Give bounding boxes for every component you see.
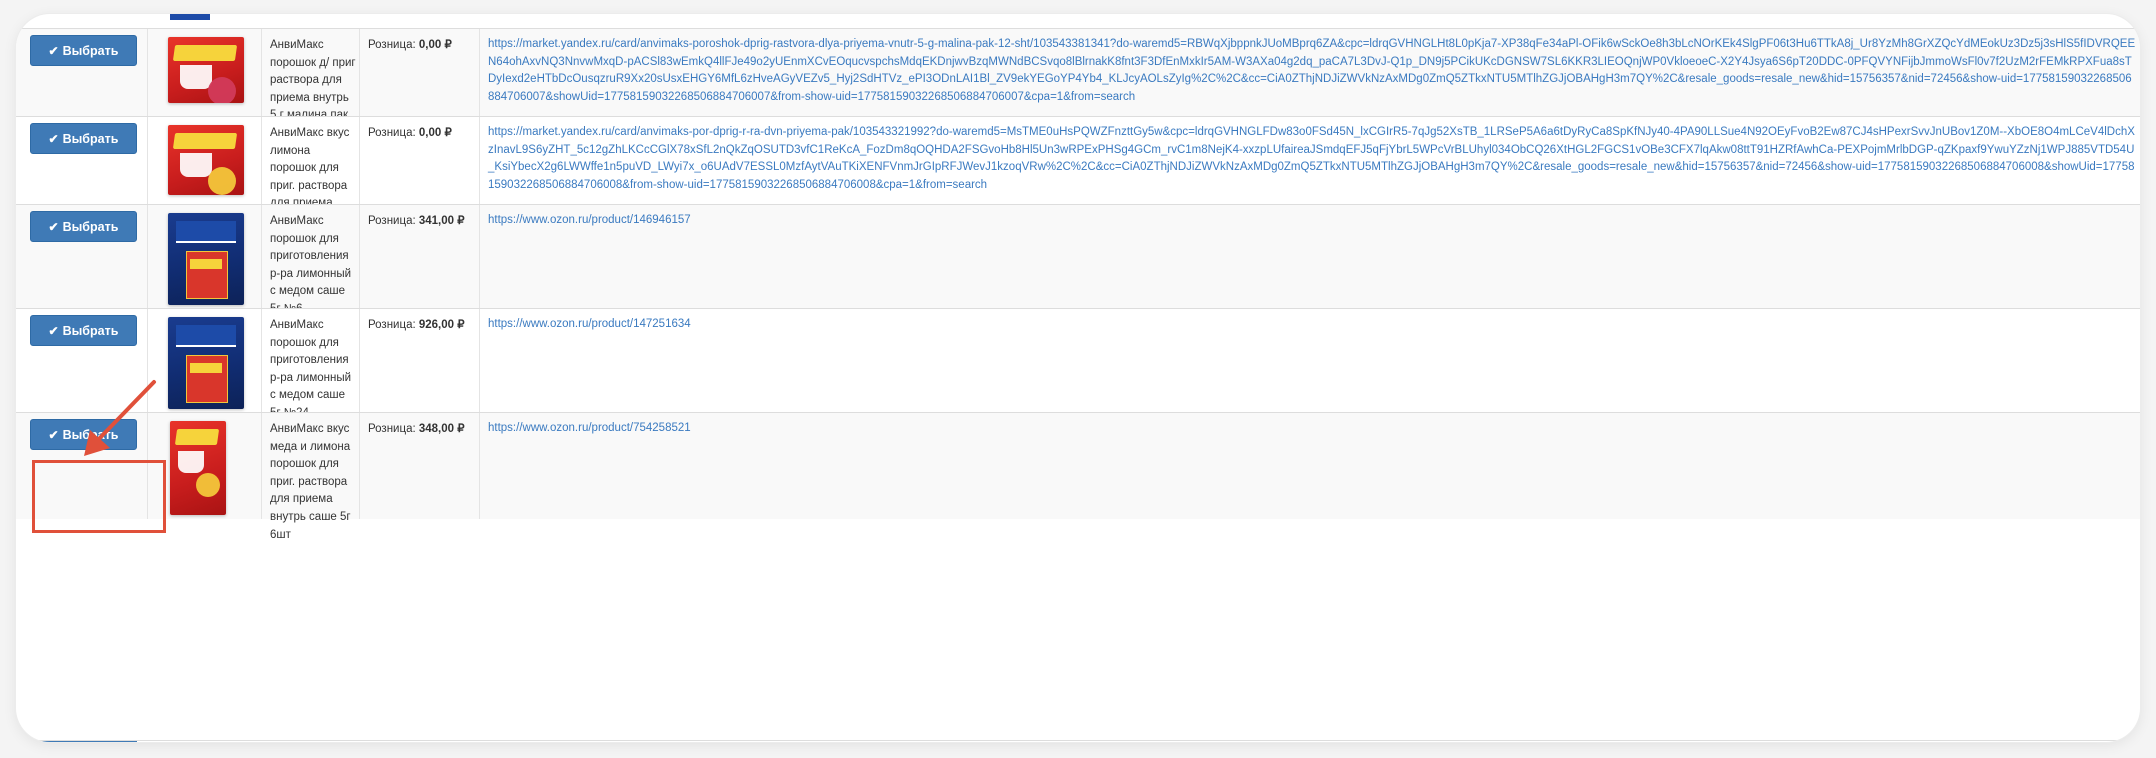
select-button[interactable]: ✔ Выбрать xyxy=(30,419,137,450)
price-cell: Розница: 0,00 ₽ xyxy=(360,117,480,205)
select-cell: ✔ Выбрать xyxy=(16,413,148,519)
cup-icon xyxy=(180,65,212,89)
name-cell: АнвиМакс порошок для приготовления р-ра … xyxy=(262,205,360,315)
product-link[interactable]: https://www.ozon.ru/product/754258521 xyxy=(488,420,2136,438)
name-cell: АнвиМакс вкус лимона порошок для приг. р… xyxy=(262,117,360,245)
lemon-icon xyxy=(208,167,236,195)
table-row: ✔ Выбрать АнвиМакс порошок для приготовл… xyxy=(16,308,2140,419)
price-text: Розница: 0,00 ₽ xyxy=(368,37,452,54)
price-value: 348,00 ₽ xyxy=(418,423,465,435)
select-button[interactable]: ✔ Выбрать xyxy=(30,211,137,242)
url-cell: https://market.yandex.ru/card/anvimaks-p… xyxy=(480,29,2140,117)
url-cell: https://www.ozon.ru/product/146946157 xyxy=(480,205,2140,309)
select-button[interactable]: ✔ Выбрать xyxy=(30,315,137,346)
check-icon: ✔ xyxy=(48,43,59,58)
check-icon: ✔ xyxy=(48,131,59,146)
select-button[interactable]: ✔ Выбрать xyxy=(30,123,137,154)
cup-icon xyxy=(178,451,204,473)
select-button-label: Выбрать xyxy=(62,131,119,146)
product-image[interactable] xyxy=(170,421,226,515)
price-value: 0,00 ₽ xyxy=(418,39,452,51)
product-name: АнвиМакс порошок для приготовления р-ра … xyxy=(270,319,352,419)
select-button-edge xyxy=(30,741,137,742)
lemon-icon xyxy=(196,473,220,497)
price-label: Розница: xyxy=(368,319,416,331)
brand-logo-icon xyxy=(190,363,222,373)
brand-logo-icon xyxy=(172,133,238,149)
price-text: Розница: 348,00 ₽ xyxy=(368,421,465,438)
check-icon: ✔ xyxy=(48,323,59,338)
table-row: ✔ Выбрать АнвиМакс вкус лимона порошок д… xyxy=(16,116,2140,245)
price-text: Розница: 926,00 ₽ xyxy=(368,317,465,334)
banner-icon xyxy=(176,325,236,347)
table-row: ✔ Выбрать АнвиМакс вкус меда и лимона по… xyxy=(16,412,2140,541)
product-image[interactable] xyxy=(168,125,244,195)
name-cell: АнвиМакс порошок д/ приг раствора для пр… xyxy=(262,29,360,139)
banner-icon xyxy=(176,221,236,243)
url-cell: https://www.ozon.ru/product/147251634 xyxy=(480,309,2140,413)
price-cell: Розница: 348,00 ₽ xyxy=(360,413,480,519)
select-button-label: Выбрать xyxy=(62,43,119,58)
product-image[interactable] xyxy=(168,37,244,103)
table-row: ✔ Выбрать АнвиМакс порошок д/ приг раств… xyxy=(16,28,2140,139)
table-row: ✔ Выбрать АнвиМакс порошок для приготовл… xyxy=(16,204,2140,315)
brand-logo-icon xyxy=(174,429,220,445)
name-cell: АнвиМакс порошок для приготовления р-ра … xyxy=(262,309,360,419)
product-table-card: ✔ Выбрать АнвиМакс порошок д/ приг раств… xyxy=(16,14,2140,742)
image-cell xyxy=(148,117,262,205)
price-label: Розница: xyxy=(368,39,416,51)
product-link[interactable]: https://www.ozon.ru/product/146946157 xyxy=(488,212,2136,230)
brand-logo-icon xyxy=(190,259,222,269)
select-cell: ✔ Выбрать xyxy=(16,309,148,413)
product-link[interactable]: https://market.yandex.ru/card/anvimaks-p… xyxy=(488,36,2136,106)
image-cell xyxy=(148,29,262,117)
select-cell: ✔ Выбрать xyxy=(16,29,148,117)
select-button-label: Выбрать xyxy=(62,427,119,442)
name-cell: АнвиМакс вкус меда и лимона порошок для … xyxy=(262,413,360,541)
select-button-label: Выбрать xyxy=(62,323,119,338)
product-image[interactable] xyxy=(168,213,244,305)
url-cell: https://market.yandex.ru/card/anvimaks-p… xyxy=(480,117,2140,205)
product-image[interactable] xyxy=(168,317,244,409)
select-button[interactable]: ✔ Выбрать xyxy=(30,35,137,66)
image-cell xyxy=(148,205,262,309)
cup-icon xyxy=(180,153,212,177)
check-icon: ✔ xyxy=(48,427,59,442)
price-label: Розница: xyxy=(368,423,416,435)
product-name: АнвиМакс порошок для приготовления р-ра … xyxy=(270,215,352,315)
price-cell: Розница: 341,00 ₽ xyxy=(360,205,480,309)
price-cell: Розница: 926,00 ₽ xyxy=(360,309,480,413)
brand-logo-icon xyxy=(172,45,238,61)
select-cell: ✔ Выбрать xyxy=(16,117,148,205)
image-cell xyxy=(148,309,262,413)
product-name: АнвиМакс вкус меда и лимона порошок для … xyxy=(270,423,351,541)
price-text: Розница: 0,00 ₽ xyxy=(368,125,452,142)
product-link[interactable]: https://market.yandex.ru/card/anvimaks-p… xyxy=(488,124,2136,194)
price-cell: Розница: 0,00 ₽ xyxy=(360,29,480,117)
price-value: 926,00 ₽ xyxy=(418,319,465,331)
raspberry-icon xyxy=(208,77,236,103)
url-cell: https://www.ozon.ru/product/754258521 xyxy=(480,413,2140,519)
product-link[interactable]: https://www.ozon.ru/product/147251634 xyxy=(488,316,2136,334)
image-cell xyxy=(148,413,262,519)
check-icon: ✔ xyxy=(48,219,59,234)
price-value: 341,00 ₽ xyxy=(418,215,465,227)
price-text: Розница: 341,00 ₽ xyxy=(368,213,465,230)
select-button-label: Выбрать xyxy=(62,219,119,234)
price-label: Розница: xyxy=(368,215,416,227)
price-value: 0,00 ₽ xyxy=(418,127,452,139)
select-cell: ✔ Выбрать xyxy=(16,205,148,309)
next-row-edge xyxy=(16,740,2140,742)
price-label: Розница: xyxy=(368,127,416,139)
